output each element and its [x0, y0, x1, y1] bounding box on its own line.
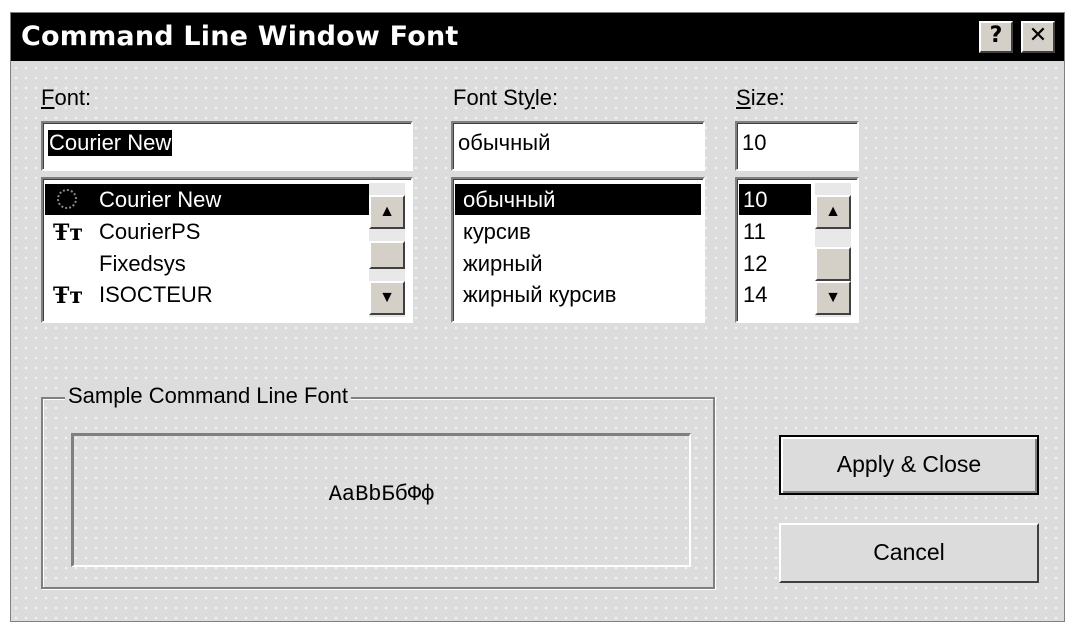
font-icon	[57, 189, 77, 209]
font-dialog: Command Line Window Font ? ✕ Font: Couri…	[10, 12, 1065, 622]
font-style-label: Font Style:	[453, 85, 559, 110]
size-list[interactable]: 10 11 12 14 ▲ ▼	[735, 177, 859, 323]
list-item[interactable]: жирный курсив	[455, 279, 701, 310]
sample-preview: AaBbБбФф	[71, 433, 691, 567]
font-list-scrollbar[interactable]: ▲ ▼	[369, 183, 405, 317]
title-bar[interactable]: Command Line Window Font ? ✕	[11, 13, 1064, 61]
list-item[interactable]: обычный	[455, 184, 701, 215]
size-label: Size:	[736, 85, 785, 110]
font-style-list[interactable]: обычный курсив жирный жирный курсив	[451, 177, 705, 323]
list-item[interactable]: 11	[739, 216, 811, 247]
font-style-value: обычный	[458, 130, 551, 155]
sample-text: AaBbБбФф	[328, 482, 435, 507]
list-item[interactable]: жирный	[455, 248, 701, 279]
scroll-thumb[interactable]	[369, 241, 405, 269]
window-title: Command Line Window Font	[21, 21, 459, 52]
scroll-down-icon[interactable]: ▼	[369, 281, 405, 315]
font-style-input[interactable]: обычный	[451, 121, 705, 171]
list-item[interactable]: Ŧт CourierPS	[45, 216, 369, 247]
list-item[interactable]: 12	[739, 248, 811, 279]
scroll-thumb[interactable]	[815, 247, 851, 281]
truetype-icon: Ŧт	[53, 283, 84, 309]
list-item[interactable]: Fixedsys	[45, 248, 369, 279]
size-value: 10	[742, 130, 767, 155]
close-button[interactable]: ✕	[1021, 21, 1055, 53]
scroll-down-icon[interactable]: ▼	[815, 281, 851, 315]
truetype-icon: Ŧт	[53, 220, 84, 246]
size-input[interactable]: 10	[735, 121, 859, 171]
font-label: Font:	[41, 85, 92, 110]
list-item[interactable]: 10	[739, 184, 811, 215]
sample-group: Sample Command Line Font AaBbБбФф	[41, 383, 715, 589]
list-item[interactable]: курсив	[455, 216, 701, 247]
size-list-scrollbar[interactable]: ▲ ▼	[815, 183, 851, 317]
sample-legend: Sample Command Line Font	[65, 383, 352, 409]
list-item[interactable]: Ŧт ISOCTEUR	[45, 279, 369, 310]
apply-close-button[interactable]: Apply & Close	[779, 435, 1039, 495]
list-item[interactable]: 14	[739, 279, 811, 310]
cancel-button[interactable]: Cancel	[779, 523, 1039, 583]
scroll-up-icon[interactable]: ▲	[815, 195, 851, 229]
scroll-up-icon[interactable]: ▲	[369, 195, 405, 229]
help-button[interactable]: ?	[979, 21, 1013, 53]
font-name-input[interactable]: Courier New	[41, 121, 413, 171]
list-item[interactable]: Courier New	[45, 184, 369, 215]
font-list[interactable]: Courier New Ŧт CourierPS Fixedsys Ŧт ISO…	[41, 177, 413, 323]
font-name-value: Courier New	[48, 130, 173, 156]
